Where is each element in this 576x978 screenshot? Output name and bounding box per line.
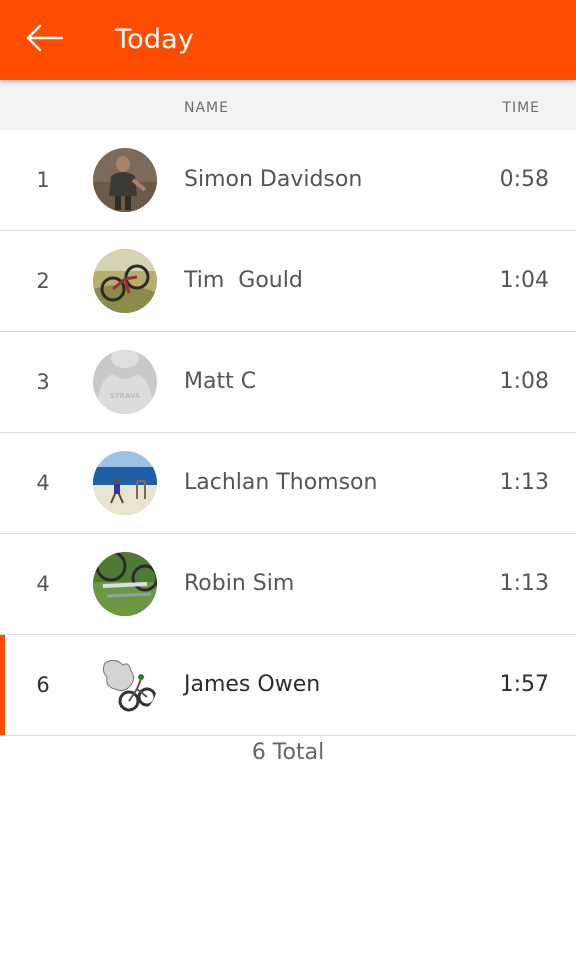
- back-button[interactable]: [22, 18, 66, 62]
- total-count: 6 Total: [251, 740, 325, 765]
- athlete-name: Simon Davidson: [184, 167, 363, 192]
- leaderboard-row[interactable]: 3 STRAVA Matt C 1:08: [0, 332, 576, 433]
- column-header-time: TIME: [502, 100, 540, 116]
- athlete-name: Tim Gould: [184, 268, 303, 293]
- elapsed-time: 1:13: [499, 470, 549, 495]
- arrow-left-icon: [24, 23, 64, 57]
- rank-label: 1: [36, 168, 50, 192]
- avatar[interactable]: [93, 653, 157, 717]
- app-bar: Today: [0, 0, 576, 80]
- leaderboard-row-current-athlete[interactable]: 6 James Owen 1:57: [0, 635, 576, 736]
- elapsed-time: 1:13: [499, 571, 549, 596]
- athlete-name: Lachlan Thomson: [184, 470, 378, 495]
- leaderboard-row[interactable]: 1 Simon Davidson 0:58: [0, 130, 576, 231]
- elapsed-time: 1:08: [499, 369, 549, 394]
- avatar[interactable]: [93, 148, 157, 212]
- athlete-name: Robin Sim: [184, 571, 295, 596]
- rank-label: 2: [36, 269, 50, 293]
- column-header: NAME TIME: [0, 80, 576, 130]
- leaderboard-row[interactable]: 4 Robin Sim 1:13: [0, 534, 576, 635]
- rank-label: 4: [36, 572, 50, 596]
- rank-label: 6: [36, 673, 50, 697]
- avatar[interactable]: [93, 552, 157, 616]
- leaderboard-row[interactable]: 4 Lachlan Thomson 1:13: [0, 433, 576, 534]
- column-header-name: NAME: [184, 100, 229, 116]
- page-title: Today: [115, 24, 195, 55]
- leaderboard-row[interactable]: 2 Tim Gould 1:04: [0, 231, 576, 332]
- athlete-name: James Owen: [184, 672, 321, 697]
- elapsed-time: 1:04: [499, 268, 549, 293]
- rank-label: 4: [36, 471, 50, 495]
- elapsed-time: 1:57: [499, 672, 549, 697]
- rank-label: 3: [36, 370, 50, 394]
- elapsed-time: 0:58: [499, 167, 549, 192]
- leaderboard-screen: Today NAME TIME 1 Simon Davidson 0:58 2 …: [0, 0, 576, 978]
- leaderboard-list: 1 Simon Davidson 0:58 2 Tim Gould 1:04 3…: [0, 130, 576, 736]
- avatar-strava-watermark: STRAVA: [110, 392, 141, 400]
- avatar[interactable]: [93, 249, 157, 313]
- avatar[interactable]: STRAVA: [93, 350, 157, 414]
- avatar[interactable]: [93, 451, 157, 515]
- athlete-name: Matt C: [184, 369, 257, 394]
